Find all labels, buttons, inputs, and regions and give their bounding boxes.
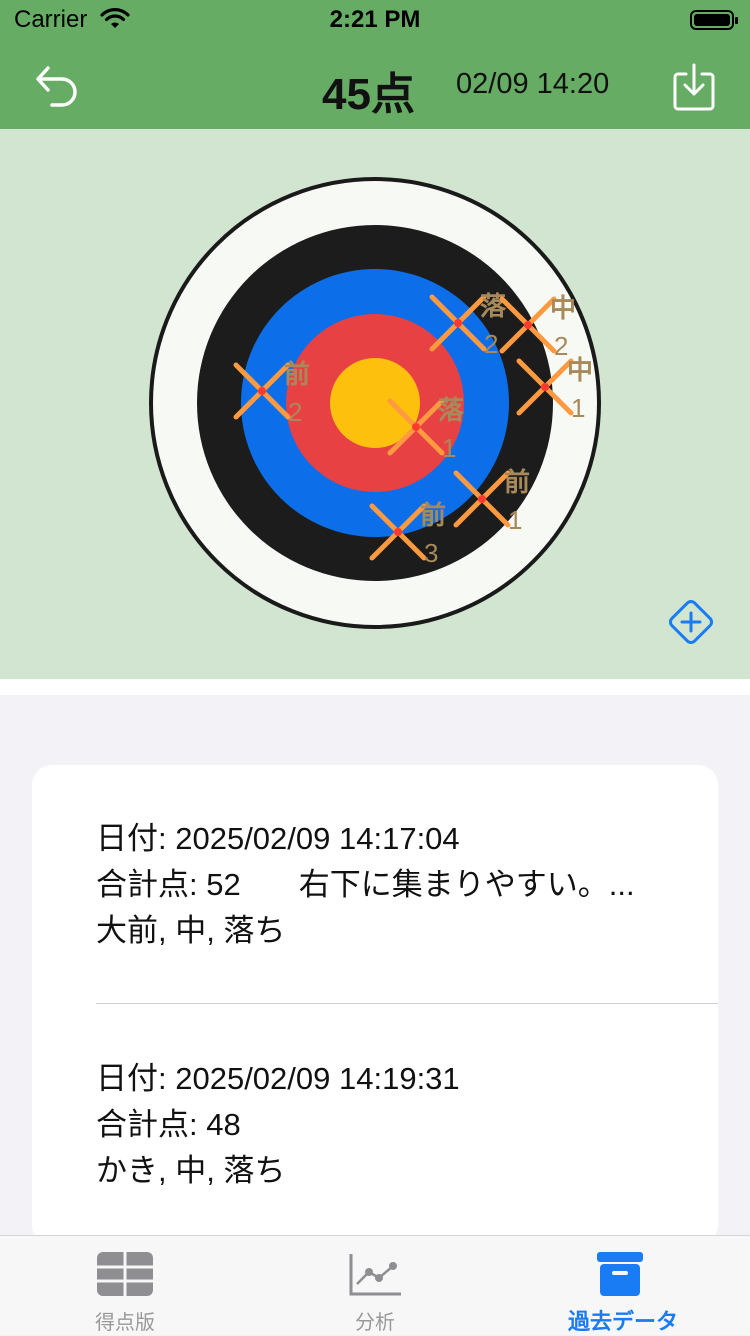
score-title: 45点: [322, 70, 415, 119]
section-divider: [0, 679, 750, 695]
undo-icon[interactable]: [32, 62, 82, 108]
score-table-icon: [97, 1252, 153, 1296]
history-card: 日付: 2025/02/09 14:17:04 合計点: 52 右下に集まりやすい…: [32, 765, 718, 1245]
entry-tags: 大前, 中, 落ち: [96, 913, 286, 948]
arrow-number: 1: [508, 505, 522, 535]
entry-tags: かき, 中, 落ち: [96, 1153, 286, 1188]
add-arrow-button[interactable]: [664, 595, 718, 649]
arrow-number: 3: [424, 538, 438, 568]
tab-bar: 得点版 分析 過去データ: [0, 1235, 750, 1335]
arrow-number: 1: [571, 393, 585, 423]
arrow-label: 中: [567, 356, 593, 386]
arrow-label: 落: [480, 292, 507, 322]
arrow-label: 中: [550, 294, 576, 324]
arrow-label: 前: [504, 467, 530, 498]
nav-bar: 45点 02/09 14:20: [0, 40, 750, 129]
arrow-hit-dot: [258, 387, 266, 395]
arrow-label: 落: [438, 396, 465, 426]
battery-icon: [690, 10, 738, 30]
record-date: 02/09 14:20: [456, 68, 610, 100]
entry-memo: 右下に集まりやすい。...: [298, 867, 635, 902]
arrow-hit-dot: [541, 383, 549, 391]
history-entry[interactable]: 日付: 2025/02/09 14:17:04 合計点: 52 右下に集まりやすい…: [96, 816, 635, 954]
tab-analysis[interactable]: 分析: [250, 1236, 500, 1335]
entry-separator: [96, 1003, 718, 1004]
target-face[interactable]: 落2中2中1前2 落1前1前3: [0, 129, 750, 679]
tab-label: 過去データ: [567, 1309, 678, 1334]
arrow-number: 1: [442, 433, 456, 463]
arrow-hit-dot: [478, 495, 486, 503]
target-panel: 落2中2中1前2落1前1前3: [0, 129, 750, 679]
tab-score-board[interactable]: 得点版: [0, 1236, 250, 1335]
tab-label: 得点版: [95, 1312, 155, 1334]
arrow-hit-dot: [454, 319, 462, 327]
tab-label: 分析: [355, 1312, 395, 1334]
line-chart-icon: [349, 1254, 401, 1296]
entry-total: 合計点: 52: [96, 867, 241, 902]
clock: 2:21 PM: [329, 6, 421, 33]
arrow-hit-dot: [412, 423, 420, 431]
arrow-number: 2: [484, 329, 498, 359]
arrow-number: 2: [288, 397, 302, 427]
archive-box-icon: [597, 1252, 643, 1296]
entry-date: 日付: 2025/02/09 14:17:04: [96, 821, 460, 856]
status-bar: Carrier 2:21 PM: [0, 0, 750, 40]
arrow-label: 前: [284, 359, 310, 390]
arrow-hit-dot: [524, 321, 532, 329]
entry-date: 日付: 2025/02/09 14:19:31: [96, 1061, 460, 1096]
history-entry[interactable]: 日付: 2025/02/09 14:19:31 合計点: 48 かき, 中, 落…: [96, 1056, 460, 1194]
arrow-label: 前: [420, 500, 446, 531]
entry-total: 合計点: 48: [96, 1107, 241, 1142]
tab-history[interactable]: 過去データ: [498, 1236, 748, 1335]
download-icon[interactable]: [672, 62, 716, 112]
arrow-hit-dot: [394, 528, 402, 536]
